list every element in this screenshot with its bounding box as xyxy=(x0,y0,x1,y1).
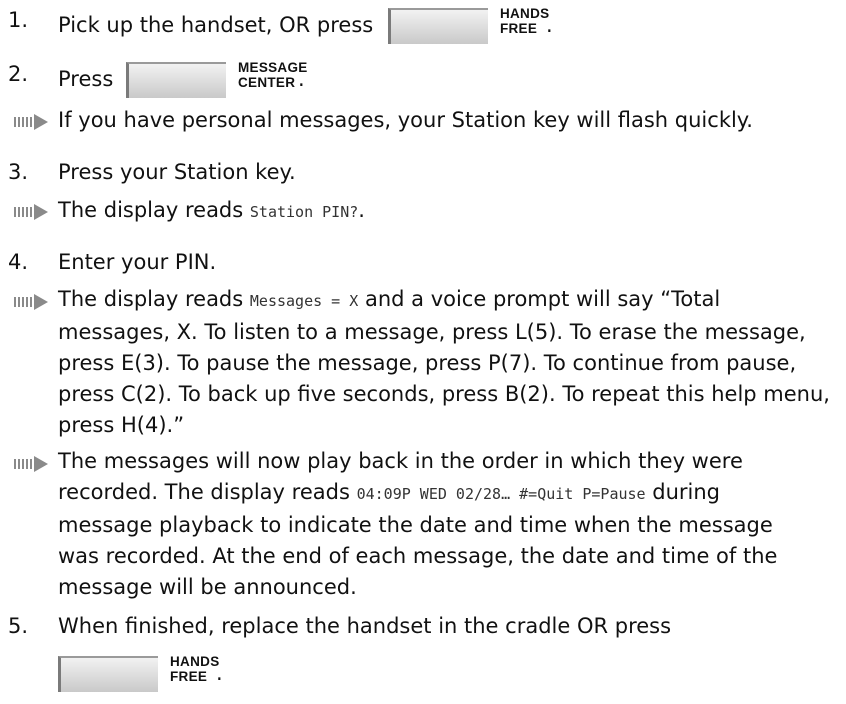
step-5-key-line: HANDS FREE . xyxy=(58,654,223,692)
arrow-right-icon xyxy=(14,294,48,310)
instructions-document: 1. Pick up the handset, OR press HANDS F… xyxy=(0,0,846,704)
step-text: Press your Station key. xyxy=(58,160,296,184)
display-readout: Messages = X xyxy=(249,292,359,310)
step-number: 5. xyxy=(8,614,29,638)
step-text: When finished, replace the handset in th… xyxy=(58,614,672,638)
hands-free-key: HANDS FREE xyxy=(58,654,228,692)
arrow-right-icon xyxy=(14,114,48,130)
key-cap xyxy=(58,656,158,692)
key-cap xyxy=(387,8,488,44)
key-label: HANDS FREE xyxy=(499,6,550,36)
step-text: Pick up the handset, OR press xyxy=(58,13,374,37)
display-readout: 04:09P WED 02/28… #=Quit P=Pause xyxy=(356,485,646,503)
step-number: 4. xyxy=(8,250,29,274)
step-number: 1. xyxy=(8,8,29,32)
step-number: 3. xyxy=(8,160,29,184)
note-text: The display reads xyxy=(58,287,244,311)
message-center-key: MESSAGE CENTER xyxy=(125,60,310,98)
hands-free-key: HANDS FREE xyxy=(387,6,558,44)
step-text: Enter your PIN. xyxy=(58,250,217,274)
key-label: HANDS FREE xyxy=(170,654,220,684)
key-label: MESSAGE CENTER xyxy=(237,60,308,90)
step-number: 2. xyxy=(8,62,29,86)
note-text: If you have personal messages, your Stat… xyxy=(58,108,753,132)
display-readout: Station PIN? xyxy=(249,203,359,221)
key-cap xyxy=(125,62,226,98)
arrow-right-icon xyxy=(14,456,48,472)
arrow-right-icon xyxy=(14,204,48,220)
note-text: The display reads xyxy=(58,198,244,222)
step-text: Press xyxy=(58,67,114,91)
